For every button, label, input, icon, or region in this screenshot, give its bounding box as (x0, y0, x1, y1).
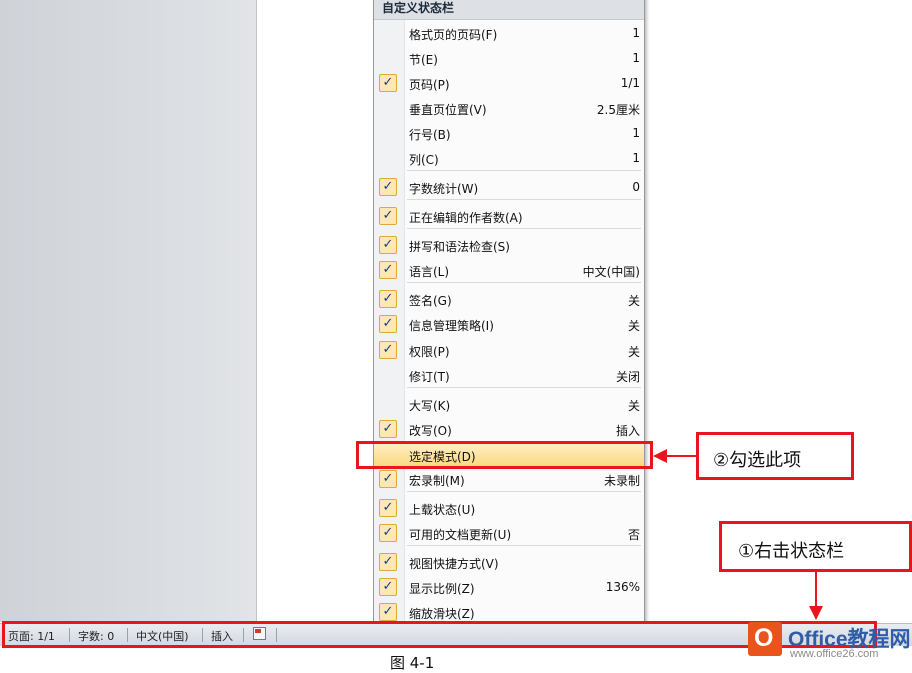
logo-url: www.office26.com (790, 648, 879, 660)
logo-letter: O (754, 624, 774, 652)
office-logo-icon: O (748, 622, 782, 656)
figure-caption: 图 4-1 (390, 654, 435, 672)
arrow-head-step2 (653, 449, 667, 463)
annotation-arrows (653, 449, 823, 620)
arrow-head-step1 (809, 606, 823, 620)
